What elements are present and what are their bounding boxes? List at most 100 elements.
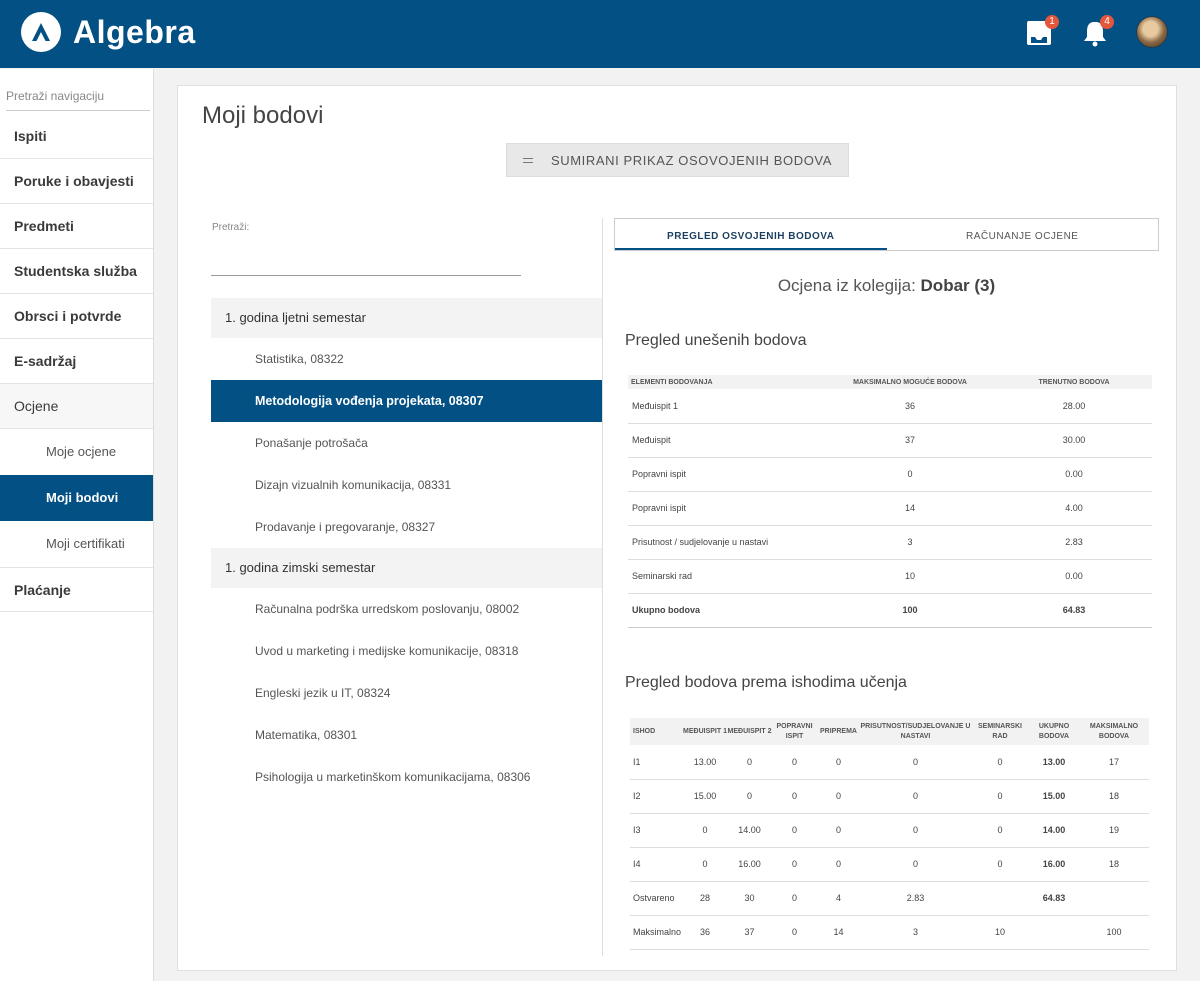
course-search-input[interactable]: [211, 248, 521, 276]
course-search-label: Pretraži:: [212, 222, 250, 233]
course-item[interactable]: Engleski jezik u IT, 08324: [211, 672, 603, 714]
table-cell: Seminarski rad: [628, 559, 824, 594]
nav-sub-moje-ocjene[interactable]: Moje ocjene: [0, 429, 153, 475]
inbox-button[interactable]: 1: [1025, 15, 1059, 48]
column-header: MEĐUISPIT 1: [683, 718, 727, 745]
menu-lines-icon: [522, 157, 533, 163]
table-cell: 0: [727, 779, 772, 814]
column-header: UKUPNO BODOVA: [1029, 718, 1079, 745]
user-avatar[interactable]: [1136, 16, 1168, 48]
table-cell: 0: [817, 813, 860, 848]
tab-racunanje-ocjene[interactable]: RAČUNANJE OCJENE: [887, 219, 1159, 250]
column-header: ISHOD: [630, 718, 683, 745]
table-cell: 0: [824, 457, 996, 492]
table-row: I2 15.00 0 0 0 0 0 15.00 18: [630, 779, 1149, 814]
table-cell: 14: [824, 491, 996, 526]
points-table: ELEMENTI BODOVANJA MAKSIMALNO MOGUĆE BOD…: [628, 375, 1152, 628]
table-cell: I4: [630, 847, 683, 882]
column-header: PRISUTNOST/SUDJELOVANJE U NASTAVI: [860, 718, 971, 745]
nav-item-predmeti[interactable]: Predmeti: [0, 204, 153, 249]
course-item[interactable]: Matematika, 08301: [211, 714, 603, 756]
table-cell: 13.00: [683, 745, 727, 780]
table-row: I1 13.00 0 0 0 0 0 13.00 17: [630, 745, 1149, 780]
nav-sub-moji-certifikati[interactable]: Moji certifikati: [0, 521, 153, 567]
notifications-button[interactable]: 4: [1080, 15, 1114, 48]
table-cell: 17: [1079, 745, 1149, 780]
table-cell: 0: [772, 847, 817, 882]
nav-item-ispiti[interactable]: Ispiti: [0, 114, 153, 159]
column-header: MEĐUISPIT 2: [727, 718, 772, 745]
tab-pregled-bodova[interactable]: PREGLED OSVOJENIH BODOVA: [615, 219, 887, 250]
course-item[interactable]: Dizajn vizualnih komunikacija, 08331: [211, 464, 603, 506]
algebra-logo-icon: [21, 12, 61, 52]
table-cell: 37: [727, 915, 772, 950]
table-cell: 19: [1079, 813, 1149, 848]
nav-item-placanje[interactable]: Plaćanje: [0, 567, 153, 612]
table-cell: 14.00: [1029, 813, 1079, 848]
nav-item-poruke[interactable]: Poruke i obavjesti: [0, 159, 153, 204]
table-cell: Ukupno bodova: [628, 593, 824, 628]
table-cell: [1079, 881, 1149, 916]
table-cell: 0.00: [996, 559, 1152, 594]
course-item[interactable]: Statistika, 08322: [211, 338, 603, 380]
table-cell: I1: [630, 745, 683, 780]
table-cell: 15.00: [1029, 779, 1079, 814]
brand-logo[interactable]: Algebra: [21, 12, 196, 52]
column-header: MAKSIMALNO BODOVA: [1079, 718, 1149, 745]
points-section-title: Pregled unešenih bodova: [625, 332, 807, 349]
table-cell: 64.83: [1029, 881, 1079, 916]
table-cell: 4: [817, 881, 860, 916]
nav-item-e-sadrzaj[interactable]: E-sadržaj: [0, 339, 153, 384]
table-cell: 10: [824, 559, 996, 594]
summary-button[interactable]: SUMIRANI PRIKAZ OSOVOJENIH BODOVA: [506, 143, 849, 177]
course-grade: Ocjena iz kolegija: Dobar (3): [614, 276, 1159, 296]
table-cell: 14: [817, 915, 860, 950]
nav-item-studentska-sluzba[interactable]: Studentska služba: [0, 249, 153, 294]
column-header: POPRAVNI ISPIT: [772, 718, 817, 745]
course-group-header[interactable]: 1. godina zimski semestar: [211, 548, 603, 588]
table-cell: 0: [683, 847, 727, 882]
table-cell: 0: [860, 779, 971, 814]
table-cell: 0: [772, 779, 817, 814]
table-cell: 0: [817, 779, 860, 814]
nav-item-obrasci[interactable]: Obrsci i potvrde: [0, 294, 153, 339]
table-cell: 3: [860, 915, 971, 950]
table-cell: 0: [817, 847, 860, 882]
table-row: Ostvareno 28 30 0 4 2.83 64.83: [630, 881, 1149, 916]
top-bar: Algebra 1 4: [0, 0, 1200, 68]
table-cell: Prisutnost / sudjelovanje u nastavi: [628, 525, 824, 560]
table-row: Popravni ispit 0 0.00: [628, 457, 1152, 492]
course-item[interactable]: Uvod u marketing i medijske komunikacije…: [211, 630, 603, 672]
outcomes-table: ISHOD MEĐUISPIT 1 MEĐUISPIT 2 POPRAVNI I…: [630, 718, 1149, 950]
table-cell: 0: [817, 745, 860, 780]
table-row: Seminarski rad 10 0.00: [628, 559, 1152, 594]
table-cell: 2.83: [996, 525, 1152, 560]
nav-search-input[interactable]: Pretraži navigaciju: [6, 89, 150, 111]
table-cell: 14.00: [727, 813, 772, 848]
course-item[interactable]: Ponašanje potrošača: [211, 422, 603, 464]
table-row: Popravni ispit 14 4.00: [628, 491, 1152, 526]
course-list: 1. godina ljetni semestar Statistika, 08…: [211, 298, 603, 798]
column-header: SEMINARSKI RAD: [971, 718, 1029, 745]
table-cell: 0: [727, 745, 772, 780]
sidebar-navigation: Pretraži navigaciju Ispiti Poruke i obav…: [0, 69, 154, 981]
course-item-selected[interactable]: Metodologija vođenja projekata, 08307: [211, 380, 603, 422]
nav-sub-moji-bodovi[interactable]: Moji bodovi: [0, 475, 153, 521]
table-row: Maksimalno 36 37 0 14 3 10 100: [630, 915, 1149, 950]
table-cell: 37: [824, 423, 996, 458]
table-cell: 0: [683, 813, 727, 848]
table-cell: I3: [630, 813, 683, 848]
course-item[interactable]: Psihologija u marketinškom komunikacijam…: [211, 756, 603, 798]
course-group-header[interactable]: 1. godina ljetni semestar: [211, 298, 603, 338]
table-cell: [971, 881, 1029, 916]
table-cell: Međuispit: [628, 423, 824, 458]
summary-button-label: SUMIRANI PRIKAZ OSOVOJENIH BODOVA: [550, 152, 833, 168]
column-divider: [602, 218, 603, 956]
nav-item-ocjene[interactable]: Ocjene: [0, 384, 153, 429]
grade-label: Ocjena iz kolegija:: [777, 276, 916, 295]
table-row: I3 0 14.00 0 0 0 0 14.00 19: [630, 813, 1149, 848]
course-item[interactable]: Računalna podrška urredskom poslovanju, …: [211, 588, 603, 630]
course-item[interactable]: Prodavanje i pregovaranje, 08327: [211, 506, 603, 548]
table-cell: 0: [772, 881, 817, 916]
outcomes-section-title: Pregled bodova prema ishodima učenja: [625, 674, 907, 691]
